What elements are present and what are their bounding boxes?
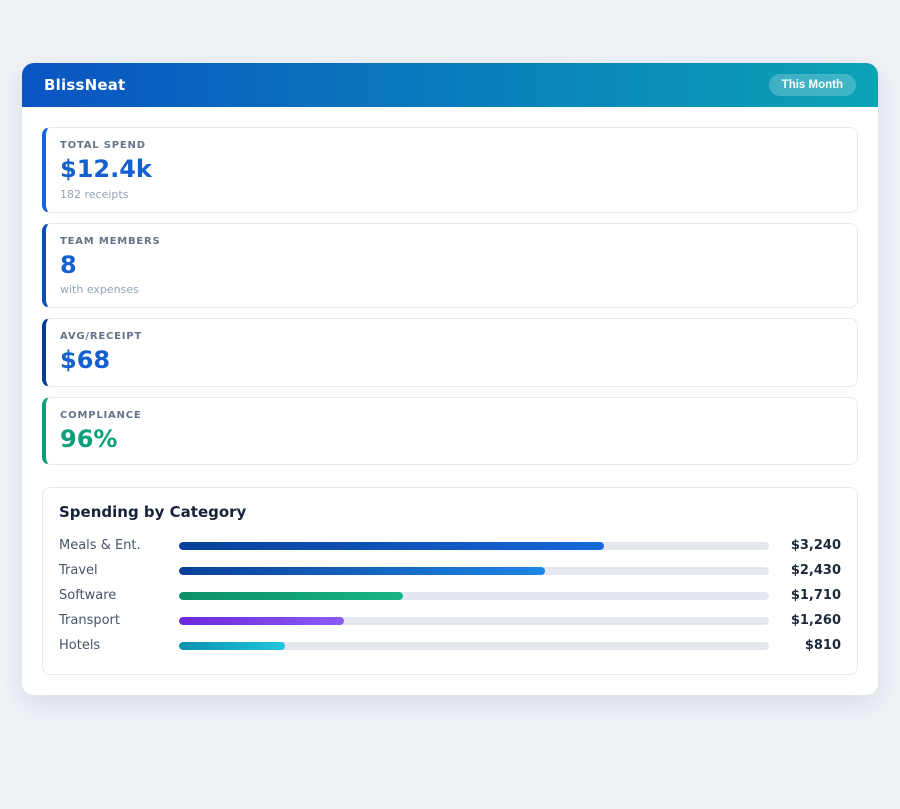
- stat-label: AVG/RECEIPT: [60, 331, 841, 342]
- stat-label: TOTAL SPEND: [60, 140, 841, 151]
- category-bar-track: [179, 592, 769, 600]
- category-bar-track: [179, 567, 769, 575]
- stat-value: 8: [60, 252, 841, 280]
- app-title: BlissNeat: [44, 76, 125, 94]
- category-row: Meals & Ent. $3,240: [59, 533, 841, 558]
- stat-card: AVG/RECEIPT $68: [42, 318, 858, 387]
- stat-label: COMPLIANCE: [60, 410, 841, 421]
- stat-subtext: with expenses: [60, 283, 841, 296]
- stats-list: TOTAL SPEND $12.4k 182 receipts TEAM MEM…: [42, 127, 858, 465]
- stat-label: TEAM MEMBERS: [60, 236, 841, 247]
- category-value: $3,240: [769, 538, 841, 553]
- stat-value: $68: [60, 347, 841, 375]
- category-bar-fill: [179, 592, 403, 600]
- stat-subtext: 182 receipts: [60, 188, 841, 201]
- dashboard-body: TOTAL SPEND $12.4k 182 receipts TEAM MEM…: [22, 107, 878, 695]
- app-header: BlissNeat This Month: [22, 63, 878, 107]
- stat-value: 96%: [60, 426, 841, 454]
- category-label: Transport: [59, 613, 179, 628]
- chart-title: Spending by Category: [59, 503, 841, 521]
- stat-card: COMPLIANCE 96%: [42, 397, 858, 466]
- category-row: Travel $2,430: [59, 558, 841, 583]
- period-badge[interactable]: This Month: [769, 74, 856, 96]
- dashboard-window: BlissNeat This Month TOTAL SPEND $12.4k …: [22, 63, 878, 695]
- category-bar-fill: [179, 542, 604, 550]
- category-bar-fill: [179, 617, 344, 625]
- category-value: $1,260: [769, 613, 841, 628]
- category-row: Transport $1,260: [59, 608, 841, 633]
- spending-by-category-card: Spending by Category Meals & Ent. $3,240…: [42, 487, 858, 675]
- stat-card: TOTAL SPEND $12.4k 182 receipts: [42, 127, 858, 213]
- category-row: Hotels $810: [59, 633, 841, 658]
- category-value: $1,710: [769, 588, 841, 603]
- category-bar-track: [179, 642, 769, 650]
- stat-value: $12.4k: [60, 156, 841, 184]
- category-bar-track: [179, 542, 769, 550]
- category-rows: Meals & Ent. $3,240 Travel $2,430 Softwa…: [59, 533, 841, 658]
- category-label: Software: [59, 588, 179, 603]
- category-bar-fill: [179, 642, 285, 650]
- category-bar-track: [179, 617, 769, 625]
- category-value: $810: [769, 638, 841, 653]
- category-label: Meals & Ent.: [59, 538, 179, 553]
- stat-card: TEAM MEMBERS 8 with expenses: [42, 223, 858, 309]
- category-row: Software $1,710: [59, 583, 841, 608]
- category-label: Travel: [59, 563, 179, 578]
- category-bar-fill: [179, 567, 545, 575]
- category-value: $2,430: [769, 563, 841, 578]
- category-label: Hotels: [59, 638, 179, 653]
